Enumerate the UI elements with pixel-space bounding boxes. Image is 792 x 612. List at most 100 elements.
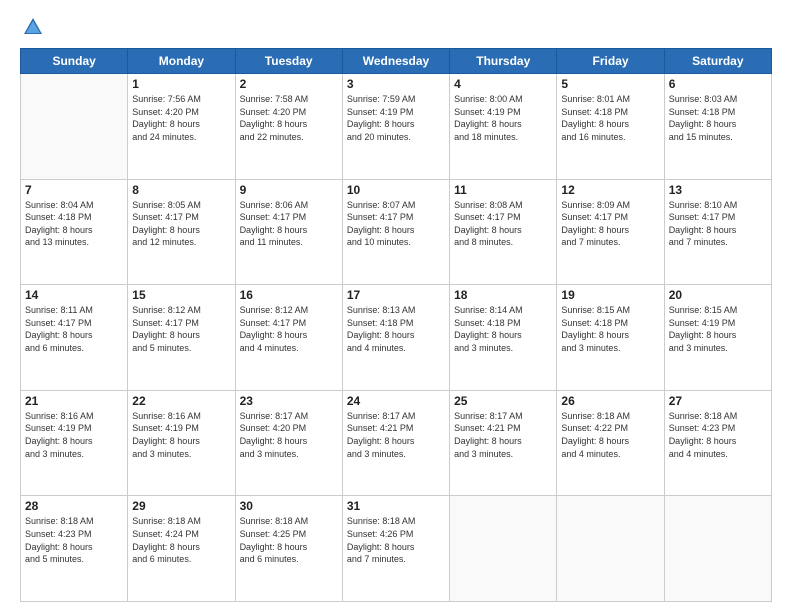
day-of-week-header: Monday bbox=[128, 49, 235, 74]
day-number: 23 bbox=[240, 394, 338, 408]
logo-text bbox=[20, 16, 44, 38]
calendar-cell: 7 Sunrise: 8:04 AM Sunset: 4:18 PM Daylig… bbox=[21, 179, 128, 285]
calendar-cell: 25 Sunrise: 8:17 AM Sunset: 4:21 PM Dayli… bbox=[450, 390, 557, 496]
calendar-cell: 1 Sunrise: 7:56 AM Sunset: 4:20 PM Daylig… bbox=[128, 74, 235, 180]
day-info: Sunrise: 8:12 AM Sunset: 4:17 PM Dayligh… bbox=[132, 304, 230, 354]
day-info: Sunrise: 7:58 AM Sunset: 4:20 PM Dayligh… bbox=[240, 93, 338, 143]
day-number: 11 bbox=[454, 183, 552, 197]
calendar-cell: 9 Sunrise: 8:06 AM Sunset: 4:17 PM Daylig… bbox=[235, 179, 342, 285]
day-number: 19 bbox=[561, 288, 659, 302]
calendar-cell: 3 Sunrise: 7:59 AM Sunset: 4:19 PM Daylig… bbox=[342, 74, 449, 180]
day-number: 17 bbox=[347, 288, 445, 302]
day-info: Sunrise: 7:56 AM Sunset: 4:20 PM Dayligh… bbox=[132, 93, 230, 143]
day-info: Sunrise: 8:13 AM Sunset: 4:18 PM Dayligh… bbox=[347, 304, 445, 354]
day-info: Sunrise: 8:16 AM Sunset: 4:19 PM Dayligh… bbox=[132, 410, 230, 460]
day-number: 18 bbox=[454, 288, 552, 302]
day-info: Sunrise: 8:18 AM Sunset: 4:24 PM Dayligh… bbox=[132, 515, 230, 565]
day-of-week-header: Saturday bbox=[664, 49, 771, 74]
calendar-week-row: 1 Sunrise: 7:56 AM Sunset: 4:20 PM Daylig… bbox=[21, 74, 772, 180]
calendar-cell bbox=[664, 496, 771, 602]
day-info: Sunrise: 8:12 AM Sunset: 4:17 PM Dayligh… bbox=[240, 304, 338, 354]
calendar-cell: 26 Sunrise: 8:18 AM Sunset: 4:22 PM Dayli… bbox=[557, 390, 664, 496]
day-number: 10 bbox=[347, 183, 445, 197]
day-info: Sunrise: 8:04 AM Sunset: 4:18 PM Dayligh… bbox=[25, 199, 123, 249]
calendar-week-row: 7 Sunrise: 8:04 AM Sunset: 4:18 PM Daylig… bbox=[21, 179, 772, 285]
calendar-cell: 19 Sunrise: 8:15 AM Sunset: 4:18 PM Dayli… bbox=[557, 285, 664, 391]
day-info: Sunrise: 8:00 AM Sunset: 4:19 PM Dayligh… bbox=[454, 93, 552, 143]
day-number: 21 bbox=[25, 394, 123, 408]
calendar-cell: 11Sunrise: 8:08 AM Sunset: 4:17 PM Dayli… bbox=[450, 179, 557, 285]
calendar-cell: 16 Sunrise: 8:12 AM Sunset: 4:17 PM Dayli… bbox=[235, 285, 342, 391]
calendar-week-row: 28 Sunrise: 8:18 AM Sunset: 4:23 PM Dayli… bbox=[21, 496, 772, 602]
calendar-cell: 8 Sunrise: 8:05 AM Sunset: 4:17 PM Daylig… bbox=[128, 179, 235, 285]
calendar-cell: 14 Sunrise: 8:11 AM Sunset: 4:17 PM Dayli… bbox=[21, 285, 128, 391]
day-number: 24 bbox=[347, 394, 445, 408]
calendar-table: SundayMondayTuesdayWednesdayThursdayFrid… bbox=[20, 48, 772, 602]
calendar-cell: 29Sunrise: 8:18 AM Sunset: 4:24 PM Dayli… bbox=[128, 496, 235, 602]
calendar-cell: 27Sunrise: 8:18 AM Sunset: 4:23 PM Dayli… bbox=[664, 390, 771, 496]
calendar-cell: 18 Sunrise: 8:14 AM Sunset: 4:18 PM Dayli… bbox=[450, 285, 557, 391]
day-number: 12 bbox=[561, 183, 659, 197]
day-info: Sunrise: 8:14 AM Sunset: 4:18 PM Dayligh… bbox=[454, 304, 552, 354]
calendar-week-row: 21 Sunrise: 8:16 AM Sunset: 4:19 PM Dayli… bbox=[21, 390, 772, 496]
day-number: 2 bbox=[240, 77, 338, 91]
day-info: Sunrise: 8:10 AM Sunset: 4:17 PM Dayligh… bbox=[669, 199, 767, 249]
calendar-cell: 5 Sunrise: 8:01 AM Sunset: 4:18 PM Daylig… bbox=[557, 74, 664, 180]
day-number: 9 bbox=[240, 183, 338, 197]
day-number: 26 bbox=[561, 394, 659, 408]
day-number: 15 bbox=[132, 288, 230, 302]
calendar-week-row: 14 Sunrise: 8:11 AM Sunset: 4:17 PM Dayli… bbox=[21, 285, 772, 391]
day-number: 3 bbox=[347, 77, 445, 91]
day-of-week-header: Thursday bbox=[450, 49, 557, 74]
calendar-cell bbox=[557, 496, 664, 602]
day-info: Sunrise: 7:59 AM Sunset: 4:19 PM Dayligh… bbox=[347, 93, 445, 143]
day-number: 1 bbox=[132, 77, 230, 91]
day-info: Sunrise: 8:18 AM Sunset: 4:26 PM Dayligh… bbox=[347, 515, 445, 565]
calendar-cell bbox=[450, 496, 557, 602]
day-info: Sunrise: 8:18 AM Sunset: 4:25 PM Dayligh… bbox=[240, 515, 338, 565]
day-info: Sunrise: 8:17 AM Sunset: 4:21 PM Dayligh… bbox=[347, 410, 445, 460]
day-info: Sunrise: 8:15 AM Sunset: 4:18 PM Dayligh… bbox=[561, 304, 659, 354]
calendar-cell: 20Sunrise: 8:15 AM Sunset: 4:19 PM Dayli… bbox=[664, 285, 771, 391]
day-number: 25 bbox=[454, 394, 552, 408]
day-info: Sunrise: 8:05 AM Sunset: 4:17 PM Dayligh… bbox=[132, 199, 230, 249]
calendar-cell: 21 Sunrise: 8:16 AM Sunset: 4:19 PM Dayli… bbox=[21, 390, 128, 496]
day-info: Sunrise: 8:01 AM Sunset: 4:18 PM Dayligh… bbox=[561, 93, 659, 143]
day-of-week-header: Wednesday bbox=[342, 49, 449, 74]
calendar-cell: 24 Sunrise: 8:17 AM Sunset: 4:21 PM Dayli… bbox=[342, 390, 449, 496]
day-info: Sunrise: 8:16 AM Sunset: 4:19 PM Dayligh… bbox=[25, 410, 123, 460]
day-of-week-header: Sunday bbox=[21, 49, 128, 74]
day-number: 5 bbox=[561, 77, 659, 91]
calendar-cell: 23 Sunrise: 8:17 AM Sunset: 4:20 PM Dayli… bbox=[235, 390, 342, 496]
day-number: 13 bbox=[669, 183, 767, 197]
day-number: 30 bbox=[240, 499, 338, 513]
day-number: 6 bbox=[669, 77, 767, 91]
calendar-cell: 12 Sunrise: 8:09 AM Sunset: 4:17 PM Dayli… bbox=[557, 179, 664, 285]
day-info: Sunrise: 8:06 AM Sunset: 4:17 PM Dayligh… bbox=[240, 199, 338, 249]
day-number: 7 bbox=[25, 183, 123, 197]
calendar-cell: 6 Sunrise: 8:03 AM Sunset: 4:18 PM Daylig… bbox=[664, 74, 771, 180]
calendar-cell: 15 Sunrise: 8:12 AM Sunset: 4:17 PM Dayli… bbox=[128, 285, 235, 391]
logo bbox=[20, 16, 44, 38]
day-info: Sunrise: 8:09 AM Sunset: 4:17 PM Dayligh… bbox=[561, 199, 659, 249]
day-number: 22 bbox=[132, 394, 230, 408]
day-number: 14 bbox=[25, 288, 123, 302]
day-number: 16 bbox=[240, 288, 338, 302]
day-info: Sunrise: 8:18 AM Sunset: 4:22 PM Dayligh… bbox=[561, 410, 659, 460]
day-info: Sunrise: 8:11 AM Sunset: 4:17 PM Dayligh… bbox=[25, 304, 123, 354]
calendar-cell: 4 Sunrise: 8:00 AM Sunset: 4:19 PM Daylig… bbox=[450, 74, 557, 180]
day-info: Sunrise: 8:17 AM Sunset: 4:20 PM Dayligh… bbox=[240, 410, 338, 460]
day-info: Sunrise: 8:18 AM Sunset: 4:23 PM Dayligh… bbox=[25, 515, 123, 565]
calendar-cell: 13 Sunrise: 8:10 AM Sunset: 4:17 PM Dayli… bbox=[664, 179, 771, 285]
calendar-cell: 30 Sunrise: 8:18 AM Sunset: 4:25 PM Dayli… bbox=[235, 496, 342, 602]
day-info: Sunrise: 8:03 AM Sunset: 4:18 PM Dayligh… bbox=[669, 93, 767, 143]
header bbox=[20, 16, 772, 38]
day-info: Sunrise: 8:17 AM Sunset: 4:21 PM Dayligh… bbox=[454, 410, 552, 460]
day-of-week-header: Friday bbox=[557, 49, 664, 74]
calendar-cell: 10Sunrise: 8:07 AM Sunset: 4:17 PM Dayli… bbox=[342, 179, 449, 285]
calendar-cell: 31Sunrise: 8:18 AM Sunset: 4:26 PM Dayli… bbox=[342, 496, 449, 602]
day-number: 8 bbox=[132, 183, 230, 197]
day-number: 28 bbox=[25, 499, 123, 513]
calendar-header-row: SundayMondayTuesdayWednesdayThursdayFrid… bbox=[21, 49, 772, 74]
day-number: 4 bbox=[454, 77, 552, 91]
